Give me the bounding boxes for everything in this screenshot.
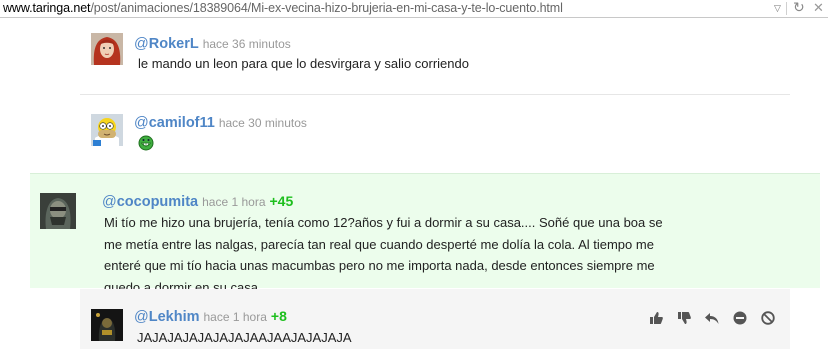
url-dropdown-icon[interactable]: ▽ [774, 3, 781, 14]
comment-username[interactable]: @RokerL [134, 36, 199, 52]
comment-votes: +45 [269, 193, 294, 209]
avatar[interactable] [91, 114, 123, 146]
comment-text: le mando un leon para que lo desvirgara … [138, 56, 469, 71]
comment-time: hace 1 hora [203, 310, 267, 324]
comment-votes: +8 [270, 308, 287, 324]
comment-text: Mi tío me hizo una brujería, tenía como … [104, 215, 663, 295]
comment-username[interactable]: @Lekhim [134, 309, 200, 325]
comment-header: @RokerL hace 36 minutos [134, 35, 291, 52]
stop-icon[interactable]: ✕ [813, 0, 824, 16]
avatar[interactable] [91, 33, 123, 65]
url-domain: www.taringa.net [3, 1, 91, 15]
green-grin-emoticon-icon [138, 135, 154, 156]
comment-item-highlighted: @cocopumita hace 1 hora +45 Mi tío me hizo… [30, 173, 820, 295]
comment-header: @Lekhim hace 1 hora +8 [134, 308, 287, 325]
comment-time: hace 36 minutos [202, 37, 291, 51]
url-path: /post/animaciones/18389064/Mi-ex-vecina-… [90, 1, 563, 15]
block-icon[interactable] [760, 310, 776, 326]
thumbs-up-icon[interactable] [648, 310, 664, 326]
homer-simpson-avatar [91, 114, 123, 146]
browser-address-bar[interactable]: www.taringa.net/post/animaciones/1838906… [0, 0, 828, 18]
comment-header: @cocopumita hace 1 hora +45 [102, 193, 293, 210]
thumbs-down-icon[interactable] [676, 310, 692, 326]
avatar[interactable] [91, 309, 123, 341]
comment-time: hace 30 minutos [218, 116, 307, 130]
comment-divider [80, 94, 790, 95]
comment-username[interactable]: @camilof11 [134, 115, 215, 131]
dark-character-avatar [91, 309, 123, 341]
hide-icon[interactable] [732, 310, 748, 326]
address-url[interactable]: www.taringa.net/post/animaciones/1838906… [3, 1, 563, 15]
reply-icon[interactable] [704, 310, 720, 326]
comment-header: @camilof11 hace 30 minutos [134, 114, 307, 131]
red-hair-girl-avatar [91, 33, 123, 65]
comment-username[interactable]: @cocopumita [102, 194, 198, 210]
avatar[interactable] [40, 193, 76, 229]
comment-time: hace 1 hora [202, 195, 266, 209]
masked-warrior-avatar [40, 193, 76, 229]
url-separator [786, 2, 787, 15]
comment-text: JAJAJAJAJAJAJAJAAJAAJAJAJAJA [137, 330, 352, 345]
reload-icon[interactable]: ↻ [793, 0, 805, 16]
